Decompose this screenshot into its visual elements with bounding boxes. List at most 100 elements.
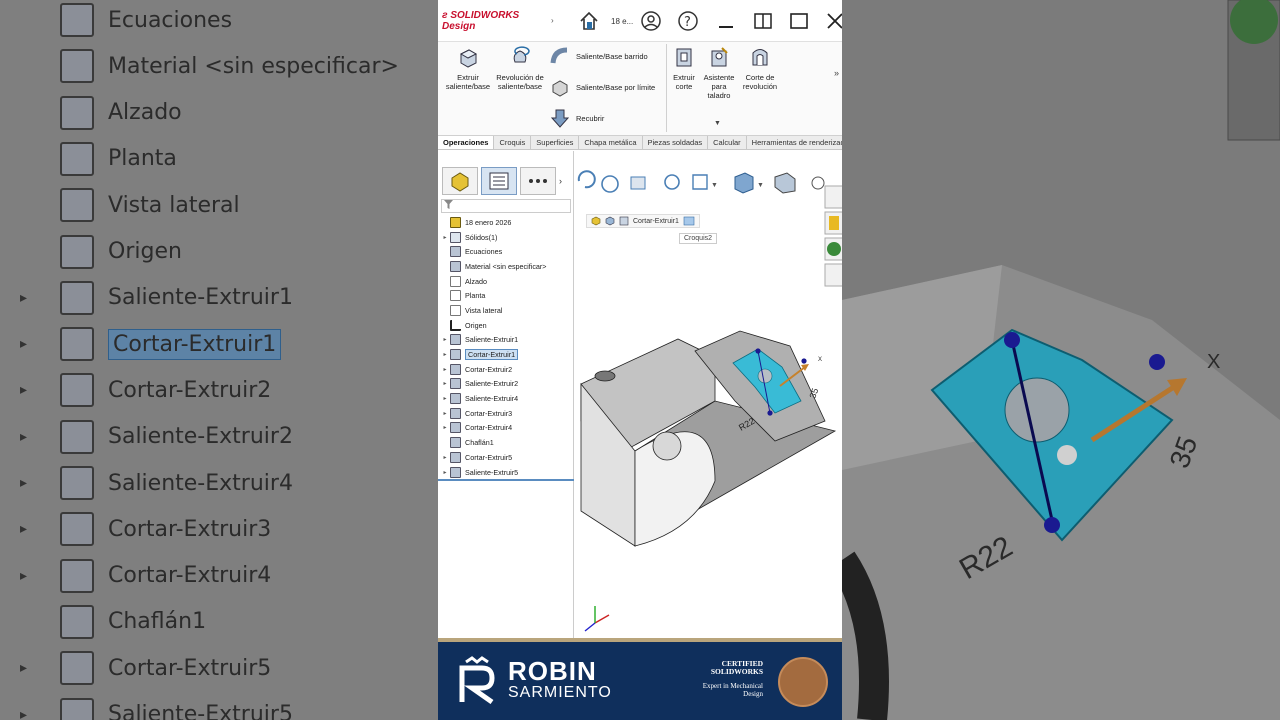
tree-item[interactable]: ▸ Sólidos(1)	[438, 230, 574, 245]
expand-arrow-icon[interactable]: ▸	[440, 366, 450, 373]
cut-extrude-icon	[60, 651, 94, 686]
cut-extrude-icon	[450, 407, 461, 419]
feature-filter-input[interactable]	[441, 199, 571, 213]
zoom-to-fit-icon[interactable]	[601, 175, 619, 193]
section-dropdown-icon[interactable]: ▼	[711, 182, 718, 189]
tab-0[interactable]: Operaciones	[438, 136, 495, 149]
tree-item-label: Cortar-Extruir2	[465, 364, 513, 374]
hole-wizard-button[interactable]: Asistente para taladro	[701, 46, 737, 100]
tree-item[interactable]: Alzado	[438, 274, 574, 289]
help-icon[interactable]: ?	[677, 10, 699, 32]
expand-arrow-icon[interactable]: ▸	[440, 469, 450, 476]
tree-item-label: Cortar-Extruir3	[465, 408, 513, 418]
tab-6[interactable]: Herramientas de renderizado	[747, 136, 842, 149]
bg-tree-label: Saliente-Extruir2	[108, 424, 293, 450]
extrude-boss-button[interactable]: Extruir saliente/base	[444, 46, 492, 91]
expand-arrow-icon[interactable]: ▸	[440, 336, 450, 343]
wrap-button[interactable]: Recubrir	[550, 108, 604, 128]
ribbon-dropdown-icon[interactable]: ▼	[714, 120, 721, 127]
revolve-cut-button[interactable]: Corte de revolución	[740, 46, 780, 91]
bg-tree-label: Material <sin especificar>	[108, 53, 399, 79]
tab-feature-tree[interactable]	[442, 167, 478, 195]
tree-item-label: Origen	[465, 320, 487, 330]
expand-arrow-icon[interactable]: ▸	[440, 424, 450, 431]
boss-extrude-icon	[450, 466, 461, 478]
extrude-cut-button[interactable]: Extruir corte	[668, 46, 700, 91]
work-area: › 18 enero 2026 ▸ Sólidos(1) Ecuaciones Mate…	[438, 151, 842, 638]
tree-item[interactable]: ▸ Cortar-Extruir4	[438, 421, 574, 436]
bg-expand-arrow-icon: ▸	[20, 706, 28, 720]
orientation-dropdown-icon[interactable]: ▼	[757, 182, 764, 189]
tab-2[interactable]: Superficies	[531, 136, 580, 149]
brand-surname: SARMIENTO	[508, 684, 612, 701]
graphics-viewport[interactable]: ▼ ▼ R22 35 X Cortar-Extruir1 Croquis2	[575, 151, 842, 638]
sketch-chip[interactable]: Croquis2	[679, 233, 718, 244]
expand-arrow-icon[interactable]: ▸	[440, 395, 450, 402]
tree-item[interactable]: ▸ Cortar-Extruir1	[438, 347, 574, 362]
lofted-boss-button[interactable]: Saliente/Base por límite	[550, 77, 655, 97]
title-bar: ƨ SOLIDWORKS Design › 18 e... ?	[438, 0, 842, 42]
tab-4[interactable]: Piezas soldadas	[643, 136, 709, 149]
plane-icon	[450, 275, 461, 287]
expand-arrow-icon[interactable]: ▸	[440, 234, 450, 241]
bg-tree-item: ▸ Saliente-Extruir4	[20, 460, 293, 506]
tree-item[interactable]: Vista lateral	[438, 303, 574, 318]
breadcrumb-feature[interactable]: Cortar-Extruir1	[633, 218, 679, 225]
previous-view-icon[interactable]	[664, 174, 680, 190]
expand-arrow-icon[interactable]: ▸	[440, 380, 450, 387]
tree-item[interactable]: Material <sin especificar>	[438, 259, 574, 274]
display-style-icon[interactable]	[774, 172, 796, 194]
tree-item[interactable]: ▸ Saliente-Extruir2	[438, 377, 574, 392]
tree-item[interactable]: Ecuaciones	[438, 244, 574, 259]
close-icon[interactable]	[824, 10, 842, 32]
expand-arrow-icon[interactable]: ▸	[440, 410, 450, 417]
tab-1[interactable]: Croquis	[494, 136, 532, 149]
bg-tree-label: Cortar-Extruir3	[108, 516, 272, 542]
tree-item[interactable]: ▸ Saliente-Extruir4	[438, 391, 574, 406]
ribbon-more-button[interactable]: »	[834, 68, 839, 78]
tab-3[interactable]: Chapa metálica	[579, 136, 643, 149]
tab-more[interactable]	[520, 167, 556, 195]
wrap-icon	[550, 109, 570, 128]
section-view-icon[interactable]	[692, 174, 708, 190]
tab-property-manager[interactable]	[481, 167, 517, 195]
tree-rollback-bar[interactable]	[438, 479, 574, 481]
hide-show-icon[interactable]	[811, 176, 825, 190]
tree-item[interactable]: ▸ Cortar-Extruir3	[438, 406, 574, 421]
expand-arrow-icon[interactable]: ▸	[440, 454, 450, 461]
brand-text: ROBIN SARMIENTO	[508, 658, 612, 702]
bg-expand-arrow-icon: ▸	[20, 521, 28, 538]
rotate-view-icon[interactable]	[577, 170, 596, 189]
revolve-boss-button[interactable]: Revolución de saliente/base	[496, 46, 544, 91]
home-icon[interactable]	[578, 10, 600, 32]
bg-tree-item: Ecuaciones	[20, 0, 232, 43]
tree-item[interactable]: ▸ Cortar-Extruir5	[438, 450, 574, 465]
tree-item[interactable]: Origen	[438, 318, 574, 333]
dim-length-label[interactable]: 35	[807, 387, 820, 400]
user-icon[interactable]	[640, 10, 662, 32]
tree-item[interactable]: ▸ Saliente-Extruir1	[438, 333, 574, 348]
lofted-boss-icon	[552, 80, 568, 97]
tree-item[interactable]: ▸ Cortar-Extruir2	[438, 362, 574, 377]
menu-chevron-icon[interactable]: ›	[551, 16, 554, 25]
tree-item[interactable]: ▸ Saliente-Extruir5	[438, 465, 574, 480]
tile-windows-icon[interactable]	[752, 10, 774, 32]
tree-item[interactable]: Planta	[438, 288, 574, 303]
background-left-panel: Ecuaciones Material <sin especificar> Alza…	[0, 0, 438, 720]
tab-5[interactable]: Calcular	[708, 136, 747, 149]
view-orientation-icon[interactable]	[734, 172, 754, 194]
document-name[interactable]: 18 e...	[611, 17, 633, 26]
task-pane-custom-tab[interactable]	[824, 263, 842, 287]
minimize-icon[interactable]	[715, 10, 737, 32]
expand-arrow-icon[interactable]: ▸	[440, 351, 450, 358]
solidworks-logo[interactable]: ƨ SOLIDWORKS Design	[438, 10, 550, 32]
bg-tree-item: ▸ Cortar-Extruir3	[20, 506, 271, 552]
task-pane-resources-tab[interactable]	[824, 185, 842, 209]
tab-scroll-right-icon[interactable]: ›	[559, 176, 562, 186]
tree-item[interactable]: Chaflán1	[438, 435, 574, 450]
breadcrumb[interactable]: Cortar-Extruir1	[586, 214, 700, 228]
zoom-area-icon[interactable]	[630, 176, 646, 190]
tree-item[interactable]: 18 enero 2026	[438, 215, 574, 230]
maximize-icon[interactable]	[788, 10, 810, 32]
swept-boss-button[interactable]: Saliente/Base barrido	[550, 46, 648, 66]
